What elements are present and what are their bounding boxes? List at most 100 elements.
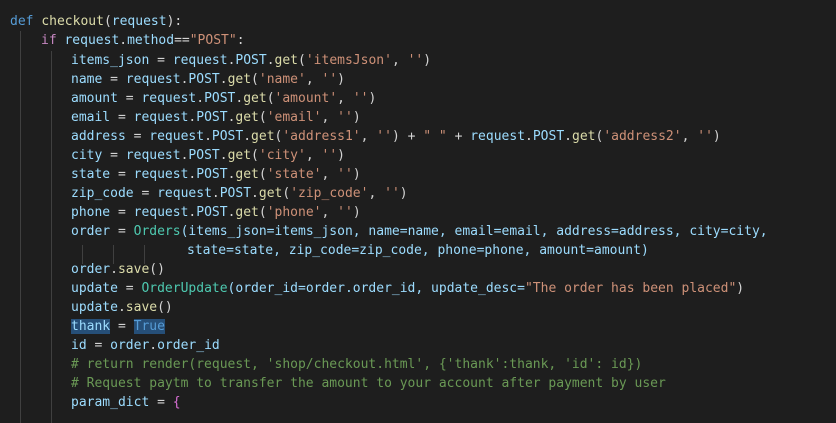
punct: ,	[305, 72, 322, 87]
punct: {	[172, 395, 181, 410]
call-args: (items_json=items_json, name=name, email…	[180, 224, 768, 239]
method: get	[235, 167, 259, 182]
variable: request	[133, 110, 189, 125]
punct: (	[103, 14, 112, 29]
variable: request	[125, 72, 181, 87]
method: save	[125, 300, 158, 315]
code-line[interactable]: zip_code = request.POST.get('zip_code', …	[71, 184, 408, 203]
method: get	[227, 72, 252, 87]
code-line[interactable]: def checkout(request):	[10, 12, 182, 31]
operator: =	[149, 395, 173, 410]
punct: .	[525, 129, 533, 144]
operator: =	[110, 205, 134, 220]
punct: (	[258, 110, 267, 125]
punct: .	[149, 338, 158, 353]
operator: =	[110, 167, 134, 182]
operator: =	[110, 224, 134, 239]
string: 'city'	[258, 148, 306, 163]
code-line[interactable]: state = request.POST.get('state', '')	[71, 165, 361, 184]
string: 'amount'	[274, 91, 338, 106]
punct: (	[282, 186, 291, 201]
attribute: POST	[196, 110, 228, 125]
operator: =	[86, 338, 111, 353]
variable: update	[71, 300, 118, 315]
punct: .	[251, 186, 259, 201]
punct: ,	[391, 53, 408, 68]
param: request	[111, 14, 167, 29]
punct: .	[219, 72, 228, 87]
string: ''	[376, 129, 392, 144]
punct: )	[712, 129, 721, 144]
method: get	[251, 129, 275, 144]
code-line[interactable]: items_json = request.POST.get('itemsJson…	[71, 51, 431, 70]
method: get	[572, 129, 596, 144]
code-line[interactable]: city = request.POST.get('city', '')	[71, 146, 345, 165]
method: get	[243, 91, 267, 106]
indent-guide	[51, 51, 52, 423]
string: ''	[384, 186, 400, 201]
code-line[interactable]: order.save()	[71, 260, 165, 279]
code-line[interactable]: amount = request.POST.get('amount', '')	[71, 89, 376, 108]
code-line[interactable]: # return render(request, 'shop/checkout.…	[71, 355, 642, 374]
keyword: if	[41, 33, 57, 48]
keyword: def	[10, 14, 34, 29]
code-line[interactable]: param_dict = {	[71, 393, 181, 412]
code-line[interactable]: update = OrderUpdate(order_id=order.orde…	[71, 279, 744, 298]
variable: request	[64, 33, 120, 48]
operator: =	[133, 186, 158, 201]
attribute: order_id	[157, 338, 220, 353]
variable: order	[110, 338, 150, 353]
method: get	[274, 53, 299, 68]
attribute: POST	[219, 186, 252, 201]
method: get	[235, 205, 259, 220]
punct: )	[352, 167, 361, 182]
string: ''	[407, 53, 424, 68]
code-line[interactable]: address = request.POST.get('address1', '…	[71, 127, 721, 146]
operator: ) +	[391, 129, 424, 144]
code-line[interactable]: name = request.POST.get('name', '')	[71, 70, 345, 89]
variable: address	[71, 129, 126, 144]
code-line[interactable]: id = order.order_id	[71, 336, 220, 355]
code-line[interactable]: # Request paytm to transfer the amount t…	[71, 374, 666, 393]
variable: request	[133, 167, 189, 182]
string: ''	[352, 91, 369, 106]
punct: ,	[368, 186, 385, 201]
code-line[interactable]: if request.method=="POST":	[41, 31, 245, 50]
punct: )	[352, 205, 361, 220]
attribute: POST	[211, 129, 244, 144]
operator: =	[149, 53, 173, 68]
variable: order	[71, 224, 111, 239]
code-line[interactable]: thank = True	[71, 317, 165, 336]
string: " "	[423, 129, 447, 144]
attribute: method	[127, 33, 175, 48]
attribute: POST	[196, 205, 228, 220]
code-line[interactable]: email = request.POST.get('email', '')	[71, 108, 361, 127]
punct: (	[258, 205, 267, 220]
punct: .	[219, 148, 228, 163]
string: ''	[337, 167, 353, 182]
variable: param_dict	[71, 395, 150, 410]
string: ''	[337, 205, 353, 220]
string: 'address1'	[282, 129, 361, 144]
code-editor[interactable]: def checkout(request): if request.method…	[0, 0, 836, 423]
call-args: state=state, zip_code=zip_code, phone=ph…	[187, 243, 649, 258]
operator: =	[125, 129, 150, 144]
punct: .	[196, 91, 205, 106]
attribute: POST	[196, 167, 228, 182]
code-line[interactable]: order = Orders(items_json=items_json, na…	[71, 222, 768, 241]
operator: =	[117, 91, 142, 106]
operator: =	[110, 319, 134, 334]
punct: ,	[321, 167, 338, 182]
code-line[interactable]: state=state, zip_code=zip_code, phone=ph…	[187, 241, 649, 260]
punct: .	[204, 129, 212, 144]
method: save	[117, 262, 150, 277]
punct: )	[423, 53, 432, 68]
punct: (	[258, 167, 267, 182]
keyword: True	[133, 319, 165, 334]
string: "The order has been placed"	[524, 281, 737, 296]
variable: thank	[71, 319, 111, 334]
code-line[interactable]: update.save()	[71, 298, 173, 317]
variable: request	[125, 148, 181, 163]
code-line[interactable]: phone = request.POST.get('phone', '')	[71, 203, 361, 222]
punct: ,	[360, 129, 377, 144]
